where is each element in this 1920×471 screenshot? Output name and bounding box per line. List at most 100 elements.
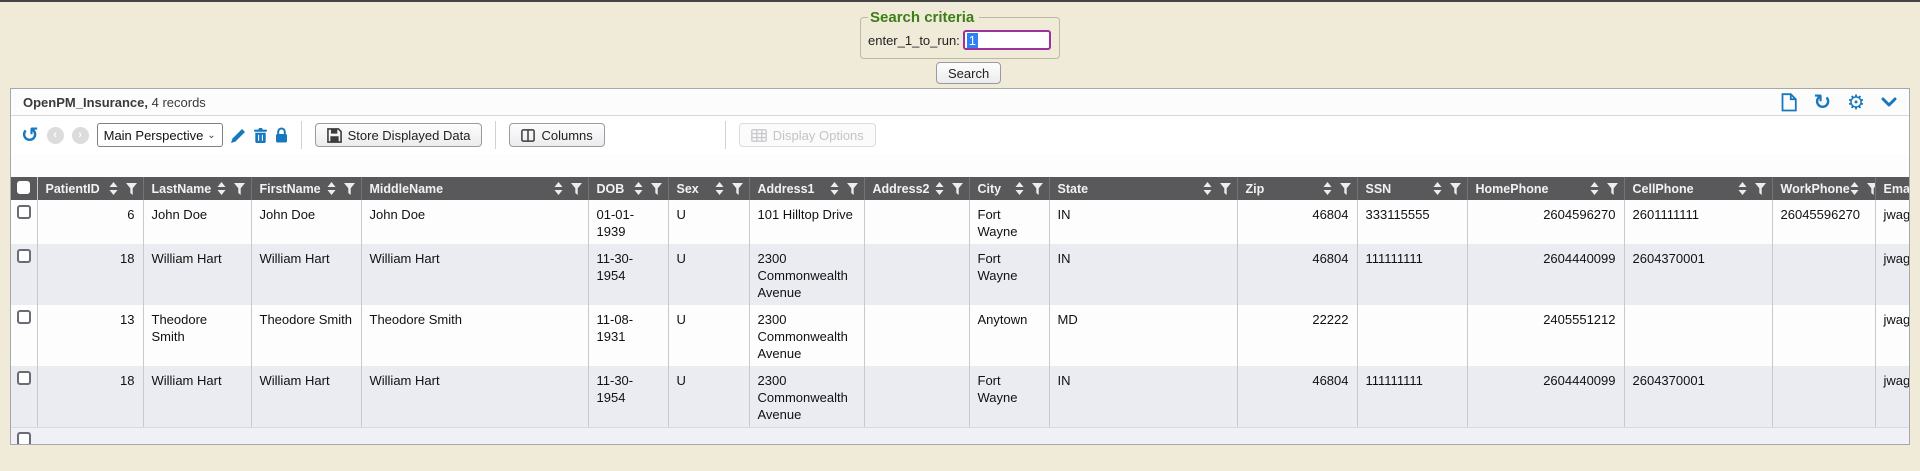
column-header-work_phone[interactable]: WorkPhone [1772,177,1875,200]
cell-zip: 46804 [1237,366,1357,427]
cell-dob: 11-30-1954 [588,366,668,427]
column-header-dob[interactable]: DOB [588,177,668,200]
filter-icon[interactable] [344,183,355,195]
cell-sex: U [668,200,749,244]
trash-icon[interactable] [254,128,267,143]
sort-icon[interactable] [1015,182,1024,195]
filter-icon[interactable] [1220,183,1231,195]
undo-icon[interactable]: ↺ [21,125,39,145]
column-header-city[interactable]: City [969,177,1049,200]
cell-patient_id: 18 [37,366,143,427]
sort-icon[interactable] [935,182,944,195]
next-icon[interactable]: › [72,127,89,144]
filter-icon[interactable] [571,183,582,195]
perspective-select[interactable]: Main Perspective ⌄ [97,123,223,147]
column-header-first_name[interactable]: FirstName [251,177,361,200]
filter-icon[interactable] [234,183,245,195]
gear-icon[interactable]: ⚙ [1847,90,1865,114]
refresh-icon[interactable]: ↻ [1813,92,1831,112]
row-checkbox[interactable] [17,249,31,263]
sort-icon[interactable] [1590,182,1599,195]
cell-first_name: John Doe [251,200,361,244]
column-label: PatientID [46,182,100,196]
sort-icon[interactable] [109,182,118,195]
table-row: 6John DoeJohn DoeJohn Doe01-01-1939U101 … [11,200,1909,244]
previous-icon[interactable]: ‹ [47,127,64,144]
input-selected-text: 1 [967,33,978,48]
columns-button[interactable]: Columns [509,123,604,147]
checkbox-icon [17,181,30,194]
row-checkbox[interactable] [17,371,31,385]
column-header-home_phone[interactable]: HomePhone [1467,177,1624,200]
chevron-down-icon[interactable] [1881,97,1897,107]
cell-patient_id: 18 [37,244,143,305]
column-header-zip[interactable]: Zip [1237,177,1357,200]
lock-icon[interactable] [275,127,288,143]
column-header-address1[interactable]: Address1 [749,177,864,200]
cell-address1: 2300 Commonwealth Avenue [749,244,864,305]
column-header-middle_name[interactable]: MiddleName [361,177,588,200]
filter-icon[interactable] [1755,183,1766,195]
sort-icon[interactable] [715,182,724,195]
table-row: 18William HartWilliam HartWilliam Hart11… [11,366,1909,427]
cell-city: Fort Wayne [969,200,1049,244]
filter-icon[interactable] [952,183,963,195]
column-label: SSN [1366,182,1392,196]
panel-title: OpenPM_Insurance, 4 records [23,95,206,110]
search-button[interactable]: Search [936,62,1001,84]
cell-address1: 101 Hilltop Drive [749,200,864,244]
column-header-cell_phone[interactable]: CellPhone [1624,177,1772,200]
store-displayed-data-button[interactable]: Store Displayed Data [315,123,483,147]
sort-icon[interactable] [554,182,563,195]
cell-ssn: 111111111 [1357,244,1467,305]
save-icon [327,128,342,143]
new-document-icon[interactable] [1781,93,1797,112]
cell-last_name: William Hart [143,366,251,427]
column-label: Address2 [873,182,930,196]
filter-icon[interactable] [651,183,662,195]
cell-dob: 01-01-1939 [588,200,668,244]
sort-icon[interactable] [217,182,226,195]
pencil-icon[interactable] [231,128,246,143]
sort-icon[interactable] [1433,182,1442,195]
sort-icon[interactable] [1203,182,1212,195]
filter-icon[interactable] [1607,183,1618,195]
filter-icon[interactable] [1867,183,1875,195]
grid-toolbar: ↺ ‹ › Main Perspective ⌄ Store Displayed… [11,116,1909,154]
column-header-sex[interactable]: Sex [668,177,749,200]
filter-icon[interactable] [847,183,858,195]
columns-icon [521,129,535,142]
cell-last_name: Theodore Smith [143,305,251,366]
select-all-checkbox[interactable] [11,177,37,200]
filter-icon[interactable] [1032,183,1043,195]
column-header-last_name[interactable]: LastName [143,177,251,200]
filter-icon[interactable] [126,183,137,195]
filter-icon[interactable] [732,183,743,195]
row-checkbox[interactable] [17,310,31,324]
sort-icon[interactable] [634,182,643,195]
column-header-ssn[interactable]: SSN [1357,177,1467,200]
records-table: PatientIDLastNameFirstNameMiddleNameDOBS… [11,177,1909,427]
filter-icon[interactable] [1450,183,1461,195]
column-header-email[interactable]: Email [1875,177,1909,200]
sort-icon[interactable] [830,182,839,195]
cell-state: IN [1049,200,1237,244]
row-checkbox[interactable] [17,205,31,219]
column-header-state[interactable]: State [1049,177,1237,200]
cell-sex: U [668,366,749,427]
column-label: State [1058,182,1089,196]
search-criteria-fieldset: Search criteria enter_1_to_run: 1 [860,9,1060,59]
column-header-address2[interactable]: Address2 [864,177,969,200]
enter-1-to-run-input[interactable]: 1 [963,30,1051,50]
search-criteria-section: Search criteria enter_1_to_run: 1 Search [0,2,1920,88]
cell-home_phone: 2604440099 [1467,244,1624,305]
cell-first_name: Theodore Smith [251,305,361,366]
filter-icon[interactable] [1340,183,1351,195]
sort-icon[interactable] [1850,182,1859,195]
cell-first_name: William Hart [251,244,361,305]
row-checkbox[interactable] [17,432,31,445]
sort-icon[interactable] [327,182,336,195]
sort-icon[interactable] [1323,182,1332,195]
column-header-patient_id[interactable]: PatientID [37,177,143,200]
sort-icon[interactable] [1738,182,1747,195]
